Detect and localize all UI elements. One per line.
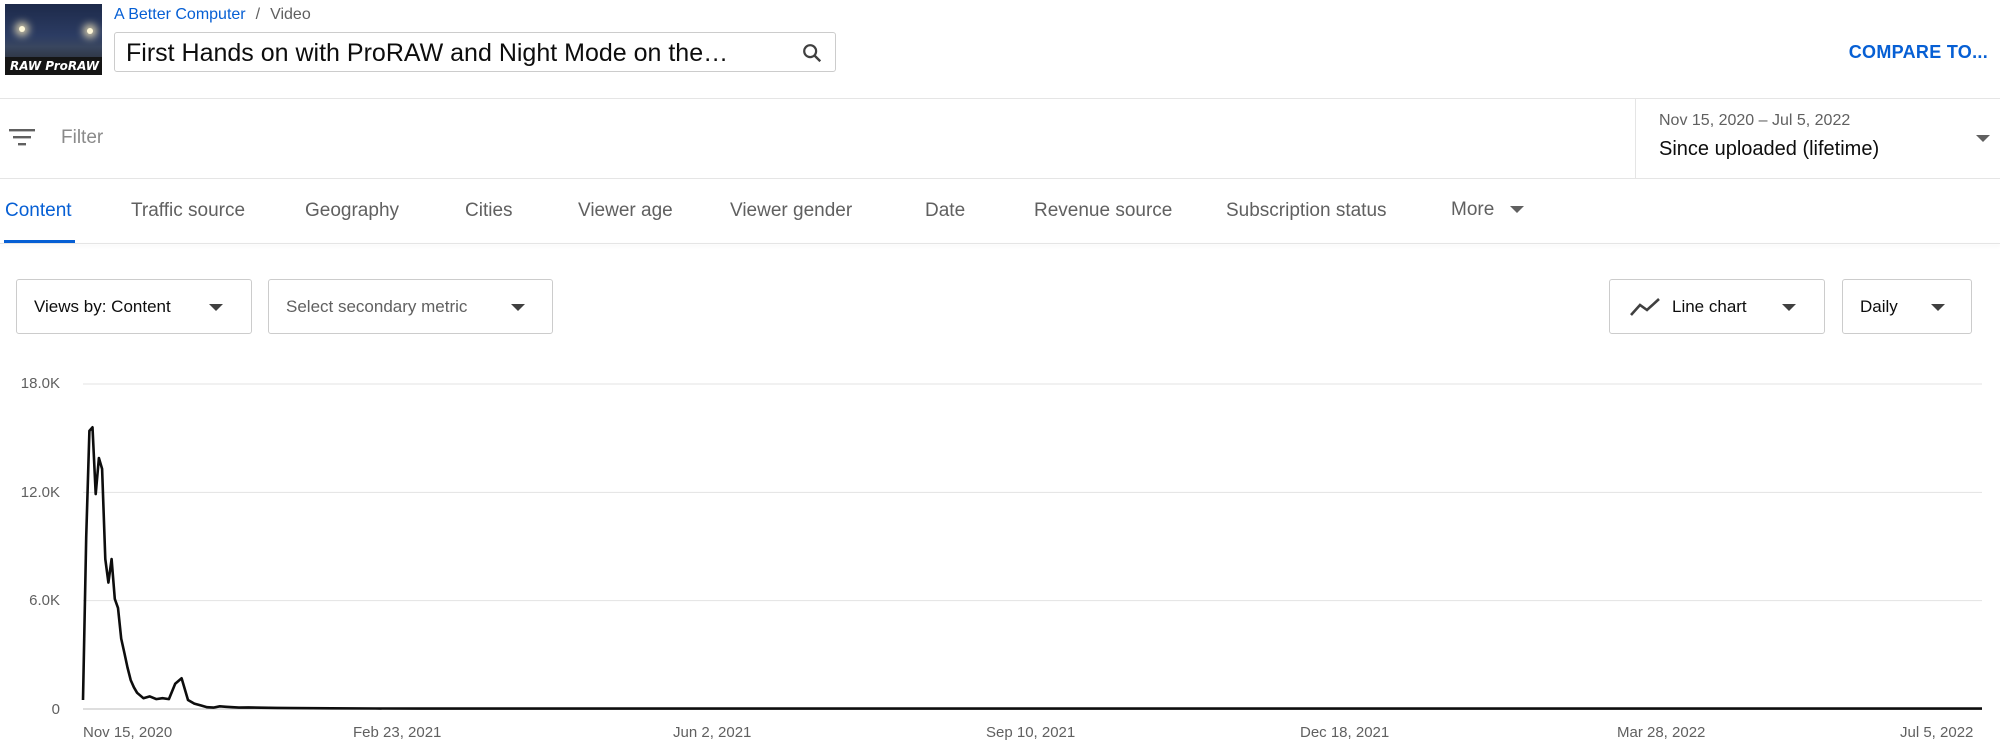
video-selector[interactable]: First Hands on with ProRAW and Night Mod… <box>114 32 836 72</box>
series-line-views[interactable] <box>81 426 1982 710</box>
tab-more[interactable]: More <box>1451 199 1524 221</box>
chevron-down-icon <box>1509 206 1524 214</box>
y-tick-label: 0 <box>51 701 60 718</box>
chevron-down-icon <box>209 304 223 311</box>
tab-cities[interactable]: Cities <box>465 200 513 222</box>
thumbnail-raw-text: RAW <box>10 59 42 73</box>
divider <box>0 98 2000 99</box>
x-tick-label: Nov 15, 2020 <box>83 724 173 741</box>
tab-viewer-gender[interactable]: Viewer gender <box>730 200 852 222</box>
thumbnail-proraw-text: ProRAW <box>45 59 99 73</box>
tab-viewer-age[interactable]: Viewer age <box>578 200 673 222</box>
divider <box>1635 99 1636 178</box>
breadcrumb-channel-link[interactable]: A Better Computer <box>114 6 246 23</box>
divider <box>0 243 2000 244</box>
x-tick-label: Mar 28, 2022 <box>1617 724 1706 741</box>
chevron-down-icon <box>1931 304 1945 311</box>
secondary-metric-label: Select secondary metric <box>286 297 468 316</box>
divider <box>0 178 2000 179</box>
breadcrumb: A Better Computer / Video <box>114 6 311 24</box>
line-chart-icon <box>1630 298 1660 316</box>
views-line-chart <box>81 383 1982 710</box>
filter-input[interactable]: Filter <box>61 127 103 149</box>
filter-icon[interactable] <box>9 127 35 147</box>
interval-dropdown[interactable]: Daily <box>1842 279 1972 334</box>
primary-metric-label: Views by: Content <box>34 297 171 316</box>
tab-more-label: More <box>1451 199 1495 220</box>
y-tick-label: 18.0K <box>20 375 60 392</box>
interval-label: Daily <box>1860 297 1898 316</box>
y-tick-label: 6.0K <box>29 592 60 609</box>
tab-subscription-status[interactable]: Subscription status <box>1226 200 1387 222</box>
tab-revenue-source[interactable]: Revenue source <box>1034 200 1172 222</box>
video-thumbnail[interactable]: RAW ProRAW <box>5 4 102 75</box>
tab-geography[interactable]: Geography <box>305 200 399 222</box>
chart-type-label: Line chart <box>1672 297 1747 316</box>
x-tick-label: Sep 10, 2021 <box>986 724 1076 741</box>
x-tick-label: Jul 5, 2022 <box>1900 724 1974 741</box>
breadcrumb-separator: / <box>255 6 261 23</box>
secondary-metric-dropdown[interactable]: Select secondary metric <box>268 279 553 334</box>
chevron-down-icon[interactable] <box>1976 135 1990 142</box>
breadcrumb-current: Video <box>270 6 311 23</box>
date-period-selector[interactable]: Since uploaded (lifetime) <box>1659 138 1879 161</box>
y-tick-label: 12.0K <box>20 484 60 501</box>
primary-metric-dropdown[interactable]: Views by: Content <box>16 279 252 334</box>
x-tick-label: Dec 18, 2021 <box>1300 724 1390 741</box>
tab-traffic-source[interactable]: Traffic source <box>131 200 245 222</box>
x-tick-label: Feb 23, 2021 <box>353 724 442 741</box>
tab-content[interactable]: Content <box>5 200 72 222</box>
x-tick-label: Jun 2, 2021 <box>673 724 752 741</box>
compare-to-button[interactable]: COMPARE TO... <box>1849 42 1988 63</box>
video-title: First Hands on with ProRAW and Night Mod… <box>126 39 729 67</box>
chart-type-dropdown[interactable]: Line chart <box>1609 279 1825 334</box>
tab-date[interactable]: Date <box>925 200 965 222</box>
chevron-down-icon <box>1782 304 1796 311</box>
search-icon[interactable] <box>801 42 823 64</box>
chevron-down-icon <box>511 304 525 311</box>
date-range-text: Nov 15, 2020 – Jul 5, 2022 <box>1659 112 1851 129</box>
